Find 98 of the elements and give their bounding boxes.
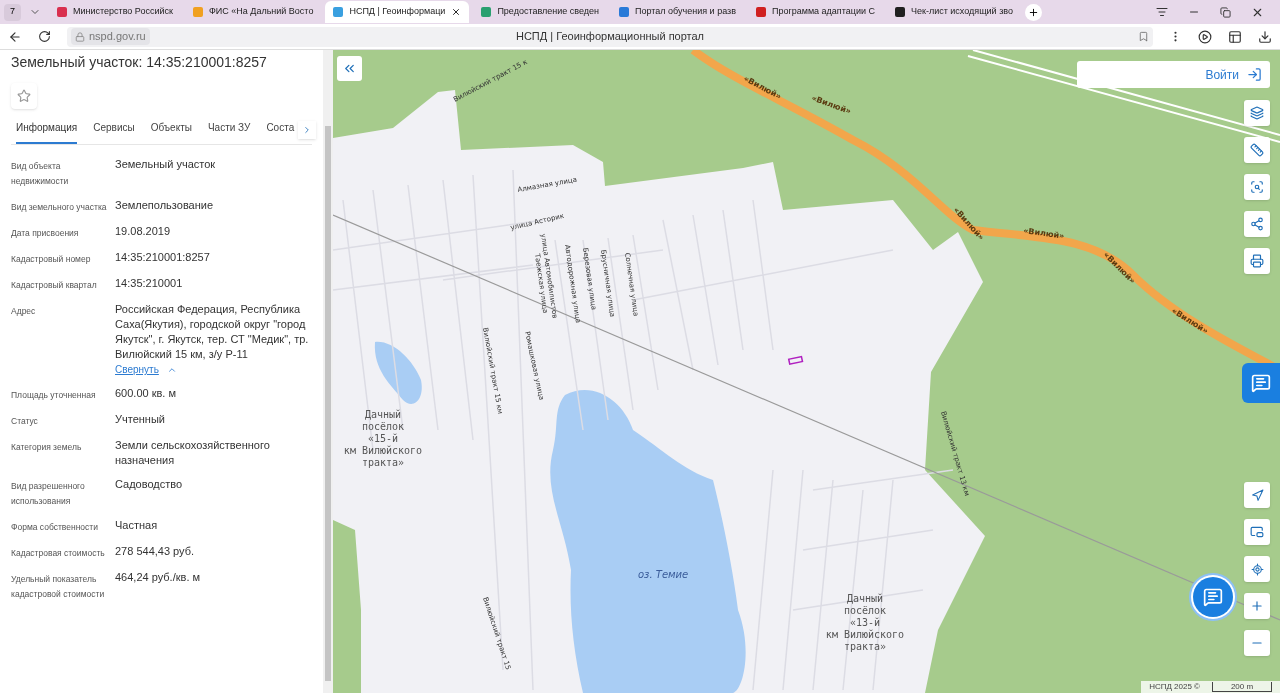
- scan-search-icon: [1250, 180, 1264, 194]
- field-value: 19.08.2019: [115, 224, 172, 239]
- chat-icon: [1203, 587, 1223, 607]
- ruler-button[interactable]: [1244, 137, 1270, 163]
- picture-in-picture-icon: [1250, 525, 1264, 539]
- restore-icon[interactable]: [1220, 6, 1231, 18]
- pond: [374, 341, 422, 404]
- field-value: Земли сельскохозяйственного назначения: [115, 438, 271, 468]
- navigation-arrow-icon: [1250, 488, 1264, 502]
- tab-title: Программа адаптации С: [771, 5, 875, 19]
- share-button[interactable]: [1244, 211, 1270, 237]
- plus-icon: [1027, 6, 1039, 18]
- tab-title: НСПД | Геоинформаци: [349, 5, 446, 19]
- tab-title: Предоставление сведен: [497, 5, 599, 19]
- locate-button[interactable]: [1244, 482, 1270, 508]
- field-label: Удельный показатель кадастровой стоимости: [11, 573, 106, 601]
- star-icon: [17, 89, 31, 103]
- field-label: Дата присвоения: [11, 227, 80, 240]
- plus-icon: [1250, 599, 1264, 613]
- field-label: Вид объекта недвижимости: [11, 160, 70, 188]
- panel-tab[interactable]: Сервисы: [93, 120, 135, 144]
- tab-title: ФИС «На Дальний Восто: [208, 5, 314, 19]
- new-tab-button[interactable]: [1024, 3, 1042, 21]
- panel-tab[interactable]: Части ЗУ: [207, 120, 251, 144]
- field-value: Садоводство: [115, 477, 184, 492]
- area-select-button[interactable]: [1244, 174, 1270, 200]
- field-value: Российская Федерация, Республика Саха(Якутия), городской округ "город Якутск", г. Якутск, тер. СТ "Медик", тр. Вилюйский 15 км, з/у Р-11: [115, 302, 310, 362]
- field-value: 600.00 кв. м: [115, 386, 178, 401]
- tab-title: Чек-лист исходящий зво: [911, 5, 1013, 19]
- bookmark-icon[interactable]: [1138, 31, 1149, 42]
- panel-tab[interactable]: Объекты: [150, 120, 192, 144]
- field-value: Земельный участок: [115, 157, 217, 172]
- login-icon: [1247, 67, 1262, 82]
- field-value: 14:35:210001: [115, 276, 184, 291]
- browser-tab[interactable]: Программа адаптации С: [747, 1, 883, 23]
- printer-icon: [1250, 254, 1264, 268]
- tab-title: Портал обучения и разв: [635, 5, 736, 19]
- lock-icon: [75, 31, 85, 42]
- land-parcel-outline[interactable]: [787, 355, 804, 366]
- field-label: Статус: [11, 415, 39, 428]
- field-label: Адрес: [11, 305, 37, 318]
- browser-tab[interactable]: Министерство Российск: [49, 1, 181, 23]
- picture-in-picture-button[interactable]: [1244, 519, 1270, 545]
- field-label: Площадь уточненная: [11, 389, 97, 402]
- field-value: 14:35:210001:8257: [115, 250, 211, 265]
- panel-title: Земельный участок: 14:35:210001:8257: [11, 53, 268, 72]
- copyright-text: НСПД 2025 ©: [1149, 681, 1200, 693]
- login-button[interactable]: Войти: [1077, 61, 1270, 88]
- collapse-link[interactable]: Свернуть: [115, 362, 159, 377]
- url-field[interactable]: nspd.gov.ru НСПД | Геоинформационный портал: [67, 26, 1153, 47]
- panel-tab[interactable]: Информация: [16, 120, 78, 144]
- collapse-panel-button[interactable]: [337, 56, 362, 81]
- page-title: НСПД | Геоинформационный портал: [515, 29, 705, 45]
- browser-tab[interactable]: ФИС «На Дальний Восто: [184, 1, 322, 23]
- url-text: nspd.gov.ru: [89, 29, 146, 45]
- field-value: Учтенный: [115, 412, 166, 427]
- sidebar-icon[interactable]: [1228, 29, 1242, 44]
- field-label: Вид земельного участка: [11, 201, 108, 214]
- close-icon[interactable]: [451, 7, 462, 17]
- share-icon: [1250, 217, 1264, 231]
- map-label: «Вилюй»: [1022, 226, 1065, 241]
- panel-tab[interactable]: Соста: [266, 120, 295, 144]
- field-label: Форма собственности: [11, 521, 99, 534]
- browser-tab[interactable]: НСПД | Геоинформаци: [325, 1, 470, 23]
- download-icon[interactable]: [1258, 29, 1272, 44]
- field-label: Кадастровый номер: [11, 253, 92, 266]
- ruler-icon: [1250, 143, 1264, 157]
- chat-button[interactable]: [1193, 577, 1233, 617]
- place-label: Дачный посёлок «15-й км Вилюйского тракта»: [343, 409, 423, 468]
- field-label: Кадастровый квартал: [11, 279, 98, 292]
- field-label: Вид разрешенного использования: [11, 480, 86, 508]
- field-label: Кадастровая стоимость: [11, 547, 106, 560]
- browser-tab[interactable]: Чек-лист исходящий зво: [887, 1, 1021, 23]
- message-icon: [1251, 373, 1271, 393]
- tab-title: Министерство Российск: [73, 5, 173, 19]
- browser-tab[interactable]: Предоставление сведен: [473, 1, 607, 23]
- field-label: Категория земель: [11, 441, 83, 454]
- browser-tab[interactable]: Портал обучения и разв: [611, 1, 744, 23]
- object-info-tab[interactable]: [1242, 363, 1280, 403]
- media-icon[interactable]: [1198, 29, 1212, 44]
- field-value: Землепользование: [115, 198, 215, 213]
- field-value: Частная: [115, 518, 159, 533]
- zoom-in-button[interactable]: [1244, 593, 1270, 619]
- map-label: оз. Темие: [638, 569, 689, 580]
- field-value: 464,24 руб./кв. м: [115, 570, 202, 585]
- print-button[interactable]: [1244, 248, 1270, 274]
- crosshair-icon: [1250, 562, 1264, 576]
- reload-icon[interactable]: [38, 30, 51, 43]
- scale-bar: 200 m: [1212, 682, 1272, 692]
- favorite-button[interactable]: [11, 83, 37, 109]
- back-icon[interactable]: [8, 29, 22, 44]
- search-location-button[interactable]: [1244, 556, 1270, 582]
- place-label: Дачный посёлок «13-й км Вилюйского тракта»: [825, 593, 905, 652]
- field-value: 278 544,43 руб.: [115, 544, 196, 559]
- tabs-menu-icon[interactable]: [1156, 6, 1168, 18]
- tab-count[interactable]: 7: [4, 3, 21, 21]
- layers-icon: [1250, 106, 1264, 120]
- layers-button[interactable]: [1244, 100, 1270, 126]
